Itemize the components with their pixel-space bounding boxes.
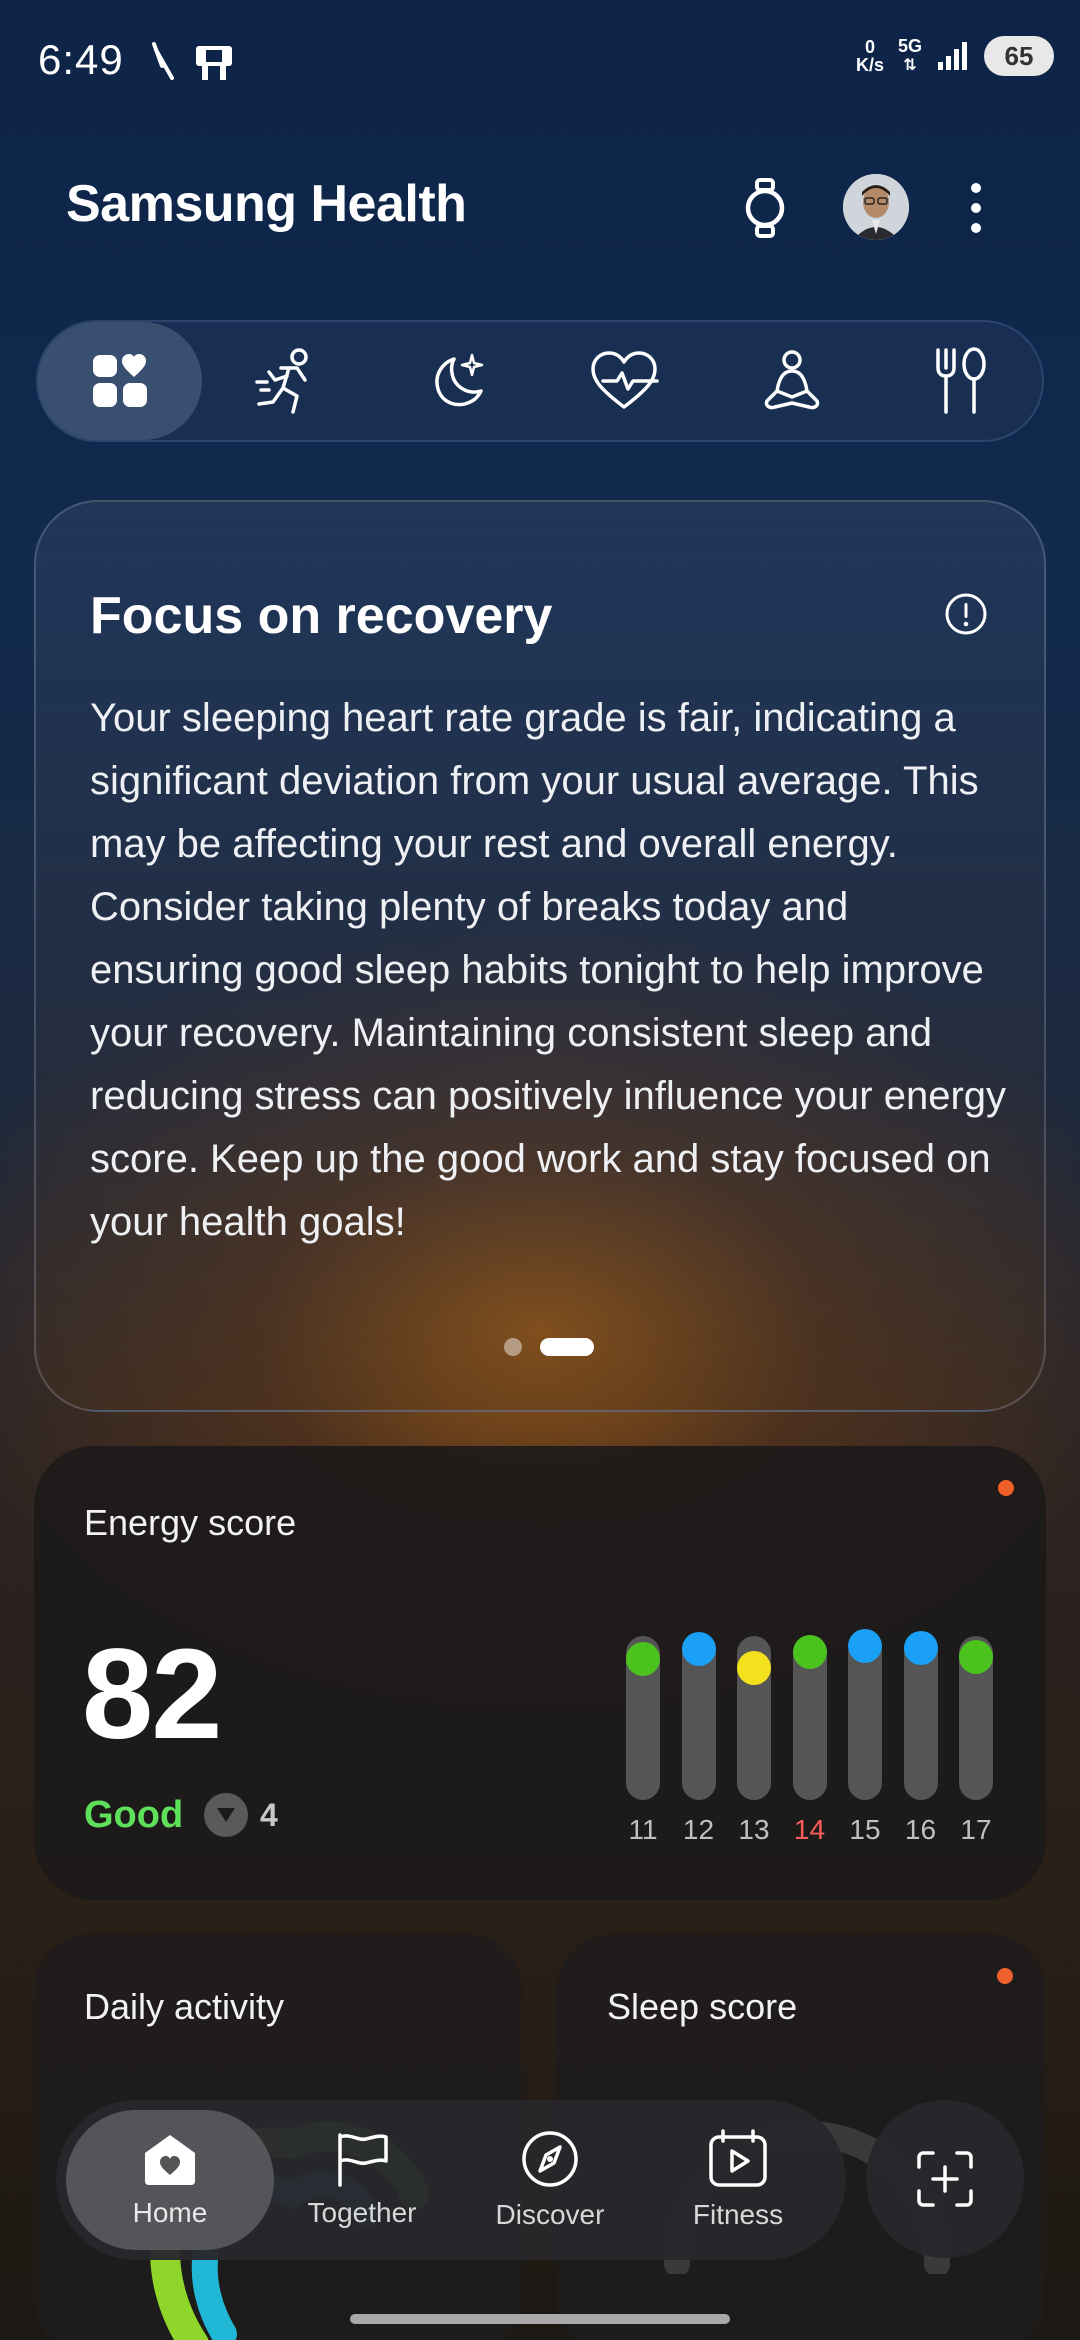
scan-add-icon xyxy=(917,2151,973,2207)
energy-day-column: 16 xyxy=(903,1631,938,1845)
energy-day-dot xyxy=(626,1642,660,1676)
energy-score-card[interactable]: Energy score 82 Good 4 11 12 13 14 15 16 17 xyxy=(34,1446,1046,1900)
insight-title: Focus on recovery xyxy=(90,587,553,645)
heart-rate-icon xyxy=(591,351,659,409)
energy-delta-value: 4 xyxy=(260,1796,278,1833)
dashboard-icon xyxy=(93,354,147,407)
flag-icon xyxy=(338,2133,388,2187)
sleep-score-label: Sleep score xyxy=(607,1986,798,2027)
page-indicator xyxy=(504,1338,594,1356)
profile-avatar[interactable] xyxy=(843,174,909,240)
notification-dot xyxy=(997,1968,1013,1984)
energy-day-dot xyxy=(681,1632,716,1666)
device-icon xyxy=(196,46,232,80)
energy-score-value: 82 xyxy=(82,1623,222,1766)
no-signal-icon xyxy=(152,42,174,80)
page-dot xyxy=(504,1338,522,1356)
energy-day-column: 17 xyxy=(959,1636,993,1845)
tab-sleep[interactable] xyxy=(374,322,538,440)
energy-day-column: 11 xyxy=(626,1636,660,1845)
home-heart-icon xyxy=(145,2135,195,2185)
down-arrow-icon xyxy=(204,1793,248,1837)
network-type: 5G ⇅ xyxy=(897,36,922,74)
energy-day-label: 15 xyxy=(849,1814,881,1845)
tab-activity[interactable] xyxy=(206,322,370,440)
insight-body: Your sleeping heart rate grade is fair, … xyxy=(90,696,1007,1244)
nav-discover[interactable]: Discover xyxy=(446,2110,654,2250)
energy-day-dot xyxy=(792,1635,827,1669)
energy-score-label: Energy score xyxy=(84,1502,297,1543)
nav-home-label: Home xyxy=(132,2197,208,2228)
status-time: 6:49 xyxy=(38,36,124,83)
nav-fitness[interactable]: Fitness xyxy=(634,2110,842,2250)
energy-day-dot xyxy=(848,1629,882,1663)
energy-day-column: 12 xyxy=(681,1632,716,1845)
bottom-navigation: Home Together Discover Fitness xyxy=(56,2100,846,2260)
energy-day-dot xyxy=(903,1631,938,1665)
tab-food[interactable] xyxy=(878,322,1042,440)
moon-icon xyxy=(435,353,484,407)
energy-week-chart: 11 12 13 14 15 16 17 xyxy=(626,1629,1006,1856)
watch-icon[interactable] xyxy=(740,178,790,238)
category-tab-bar xyxy=(36,320,1044,442)
energy-day-track xyxy=(626,1636,660,1800)
energy-day-label: 16 xyxy=(904,1814,937,1845)
insight-card[interactable]: Focus on recovery Your sleeping heart ra… xyxy=(34,500,1046,1412)
home-indicator[interactable] xyxy=(350,2314,730,2324)
nav-home[interactable]: Home xyxy=(66,2110,274,2250)
compass-icon xyxy=(522,2131,578,2187)
more-options-icon[interactable] xyxy=(956,180,996,236)
tab-dashboard[interactable] xyxy=(38,322,202,440)
energy-day-track xyxy=(903,1631,938,1800)
page-dot-active xyxy=(540,1338,594,1356)
energy-day-column: 15 xyxy=(848,1629,882,1845)
signal-icon xyxy=(938,42,967,70)
tab-heart[interactable] xyxy=(542,322,706,440)
energy-day-label: 11 xyxy=(628,1814,658,1845)
add-scan-button[interactable] xyxy=(866,2100,1024,2258)
battery-indicator: 65 xyxy=(984,36,1054,76)
energy-day-track xyxy=(959,1636,993,1800)
video-calendar-icon xyxy=(709,2129,767,2187)
energy-day-track xyxy=(681,1632,716,1800)
nav-discover-label: Discover xyxy=(495,2199,605,2230)
energy-status: Good xyxy=(84,1794,184,1836)
energy-day-label: 17 xyxy=(960,1814,992,1845)
energy-day-label: 14 xyxy=(793,1814,826,1845)
energy-day-column: 13 xyxy=(737,1636,771,1845)
energy-day-track xyxy=(792,1635,827,1800)
nav-fitness-label: Fitness xyxy=(692,2199,784,2230)
notification-dot xyxy=(998,1480,1014,1496)
running-icon xyxy=(255,348,308,414)
app-title: Samsung Health xyxy=(66,175,467,233)
daily-activity-label: Daily activity xyxy=(84,1986,285,2027)
meditation-icon xyxy=(764,350,820,410)
energy-day-track xyxy=(737,1636,771,1800)
network-speed: 0 K/s xyxy=(855,37,884,75)
energy-day-dot xyxy=(959,1640,993,1674)
fork-spoon-icon xyxy=(936,347,986,414)
status-bar: 6:49 0 K/s 5G ⇅ 65 xyxy=(0,0,1080,130)
nav-together[interactable]: Together xyxy=(258,2110,466,2250)
energy-day-label: 12 xyxy=(682,1814,715,1845)
energy-day-column: 14 xyxy=(792,1635,827,1845)
energy-day-dot xyxy=(737,1651,771,1685)
info-icon[interactable] xyxy=(944,592,988,636)
energy-day-label: 13 xyxy=(738,1814,770,1845)
tab-mindfulness[interactable] xyxy=(710,322,874,440)
energy-delta: 4 xyxy=(204,1793,278,1837)
nav-together-label: Together xyxy=(307,2197,417,2228)
energy-day-track xyxy=(848,1629,882,1800)
